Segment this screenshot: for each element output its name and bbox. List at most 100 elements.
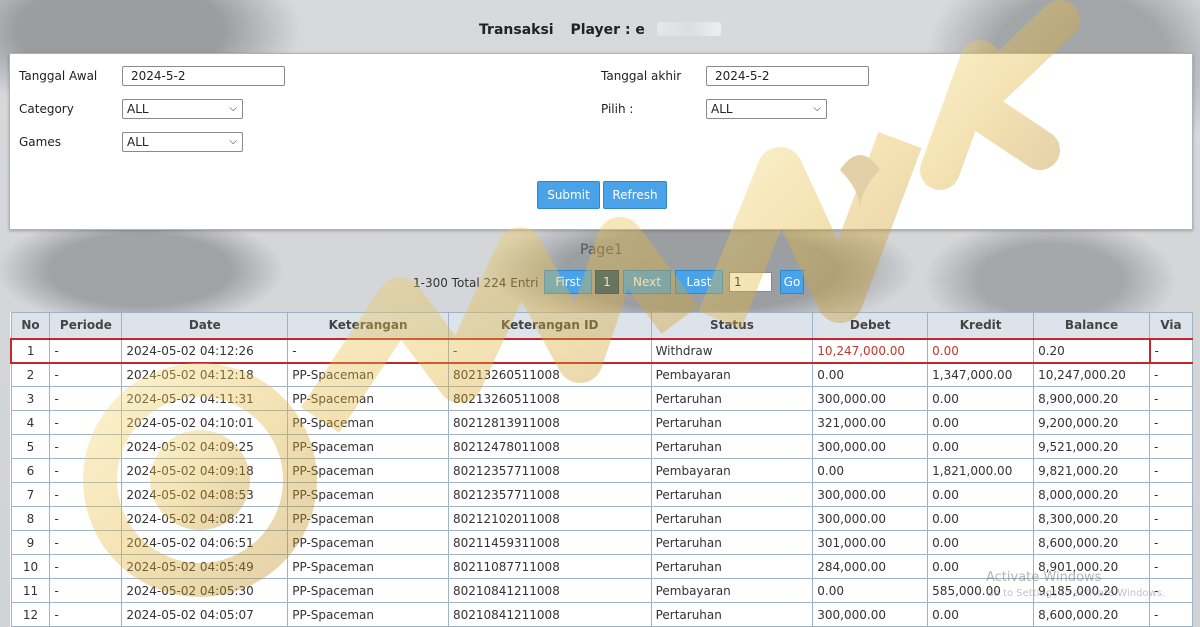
cell-keterangan-id: 80211087711008 xyxy=(447,554,652,579)
cell-no: 7 xyxy=(10,482,51,507)
cell-no: 2 xyxy=(10,362,51,387)
cell-date: 2024-05-02 04:05:07 xyxy=(121,602,289,627)
cell-keterangan-id: 80212478011008 xyxy=(447,434,652,459)
cell-kredit: 0.00 xyxy=(927,530,1035,555)
games-select[interactable]: ALL ⌵ xyxy=(122,132,243,152)
cell-keterangan-id: 80210841211008 xyxy=(447,602,652,627)
cell-kredit: 0.00 xyxy=(927,602,1035,627)
cell-status: Pembayaran xyxy=(650,362,814,387)
cell-keterangan: PP-Spaceman xyxy=(287,362,449,387)
cell-no: 3 xyxy=(10,386,51,411)
col-header-date: Date xyxy=(121,312,289,339)
chevron-down-icon: ⌵ xyxy=(229,103,237,114)
submit-button[interactable]: Submit xyxy=(537,181,600,209)
cell-periode: - xyxy=(49,458,123,483)
cell-debet: 300,000.00 xyxy=(812,602,929,627)
cell-kredit: 0.00 xyxy=(927,337,1035,364)
next-page-button[interactable]: Next xyxy=(623,270,671,294)
cell-kredit: 1,821,000.00 xyxy=(927,458,1035,483)
games-select-value: ALL xyxy=(127,135,149,149)
category-label: Category xyxy=(19,102,74,116)
cell-date: 2024-05-02 04:08:21 xyxy=(121,506,289,531)
cell-via: - xyxy=(1149,386,1193,411)
cell-via: - xyxy=(1149,602,1193,627)
table-row: 3-2024-05-02 04:11:31 PP-Spaceman 80213260… xyxy=(10,386,1193,411)
cell-via: - xyxy=(1149,434,1193,459)
last-page-button[interactable]: Last xyxy=(675,270,723,294)
cell-periode: - xyxy=(49,530,123,555)
cell-balance: 9,821,000.20 xyxy=(1033,458,1151,483)
chevron-down-icon: ⌵ xyxy=(813,103,821,114)
tanggal-akhir-input[interactable]: 2024-5-2 xyxy=(706,66,869,86)
cell-status: Pertaruhan xyxy=(650,602,814,627)
page-title: Transaksi xyxy=(479,22,554,38)
cell-no: 12 xyxy=(10,602,51,627)
cell-kredit: 0.00 xyxy=(927,506,1035,531)
current-page-button[interactable]: 1 xyxy=(595,270,619,294)
cell-debet: 10,247,000.00 xyxy=(812,337,929,364)
tanggal-awal-label: Tanggal Awal xyxy=(19,69,98,83)
category-select[interactable]: ALL ⌵ xyxy=(122,99,243,119)
col-header-periode: Periode xyxy=(49,312,123,339)
cell-debet: 0.00 xyxy=(812,458,929,483)
cell-periode: - xyxy=(49,434,123,459)
player-label: Player : e xyxy=(570,22,645,38)
cell-no: 8 xyxy=(10,506,51,531)
cell-date: 2024-05-02 04:05:30 xyxy=(121,578,289,603)
cell-via: - xyxy=(1149,337,1193,364)
cell-status: Pembayaran xyxy=(650,578,814,603)
page-header: Transaksi Player : e xyxy=(0,22,1200,38)
games-label: Games xyxy=(19,135,61,149)
cell-periode: - xyxy=(49,482,123,507)
cell-keterangan: PP-Spaceman xyxy=(287,386,449,411)
cell-keterangan-id: 80212102011008 xyxy=(447,506,652,531)
refresh-button[interactable]: Refresh xyxy=(603,181,667,209)
cell-balance: 8,900,000.20 xyxy=(1033,386,1151,411)
cell-no: 1 xyxy=(10,337,51,364)
cell-keterangan: PP-Spaceman xyxy=(287,506,449,531)
pilih-select[interactable]: ALL ⌵ xyxy=(706,99,827,119)
cell-balance: 8,300,000.20 xyxy=(1033,506,1151,531)
col-header-kredit: Kredit xyxy=(927,312,1035,339)
table-row: 2-2024-05-02 04:12:18 PP-Spaceman 80213260… xyxy=(10,362,1193,387)
col-header-balance: Balance xyxy=(1033,312,1151,339)
table-row: 4-2024-05-02 04:10:01 PP-Spaceman 80212813… xyxy=(10,410,1193,435)
cell-periode: - xyxy=(49,578,123,603)
cell-status: Pertaruhan xyxy=(650,434,814,459)
cell-balance: 9,521,000.20 xyxy=(1033,434,1151,459)
cell-debet: 0.00 xyxy=(812,578,929,603)
cell-debet: 300,000.00 xyxy=(812,482,929,507)
cell-periode: - xyxy=(49,554,123,579)
cell-status: Withdraw xyxy=(650,337,814,364)
cell-no: 11 xyxy=(10,578,51,603)
cell-periode: - xyxy=(49,506,123,531)
cell-balance: 8,000,000.20 xyxy=(1033,482,1151,507)
cell-debet: 0.00 xyxy=(812,362,929,387)
table-row: 5-2024-05-02 04:09:25 PP-Spaceman 80212478… xyxy=(10,434,1193,459)
category-select-value: ALL xyxy=(127,102,149,116)
cell-balance: 8,600,000.20 xyxy=(1033,530,1151,555)
cell-date: 2024-05-02 04:06:51 xyxy=(121,530,289,555)
cell-keterangan: PP-Spaceman xyxy=(287,530,449,555)
tanggal-awal-input[interactable]: 2024-5-2 xyxy=(122,66,285,86)
cell-date: 2024-05-02 04:12:18 xyxy=(121,362,289,387)
go-button[interactable]: Go xyxy=(780,270,804,294)
cell-status: Pertaruhan xyxy=(650,482,814,507)
cell-status: Pertaruhan xyxy=(650,506,814,531)
cell-kredit: 1,347,000.00 xyxy=(927,362,1035,387)
col-header-no: No xyxy=(10,312,51,339)
first-page-button[interactable]: First xyxy=(544,270,592,294)
cell-balance: 8,600,000.20 xyxy=(1033,602,1151,627)
cell-date: 2024-05-02 04:12:26 xyxy=(121,337,289,364)
cell-via: - xyxy=(1149,362,1193,387)
cell-kredit: 0.00 xyxy=(927,434,1035,459)
cell-periode: - xyxy=(49,410,123,435)
chevron-down-icon: ⌵ xyxy=(229,136,237,147)
cell-date: 2024-05-02 04:09:18 xyxy=(121,458,289,483)
cell-date: 2024-05-02 04:09:25 xyxy=(121,434,289,459)
cell-keterangan: PP-Spaceman xyxy=(287,602,449,627)
cell-no: 10 xyxy=(10,554,51,579)
page-number-input[interactable]: 1 xyxy=(729,272,772,292)
cell-debet: 321,000.00 xyxy=(812,410,929,435)
table-row: 6-2024-05-02 04:09:18 PP-Spaceman 80212357… xyxy=(10,458,1193,483)
